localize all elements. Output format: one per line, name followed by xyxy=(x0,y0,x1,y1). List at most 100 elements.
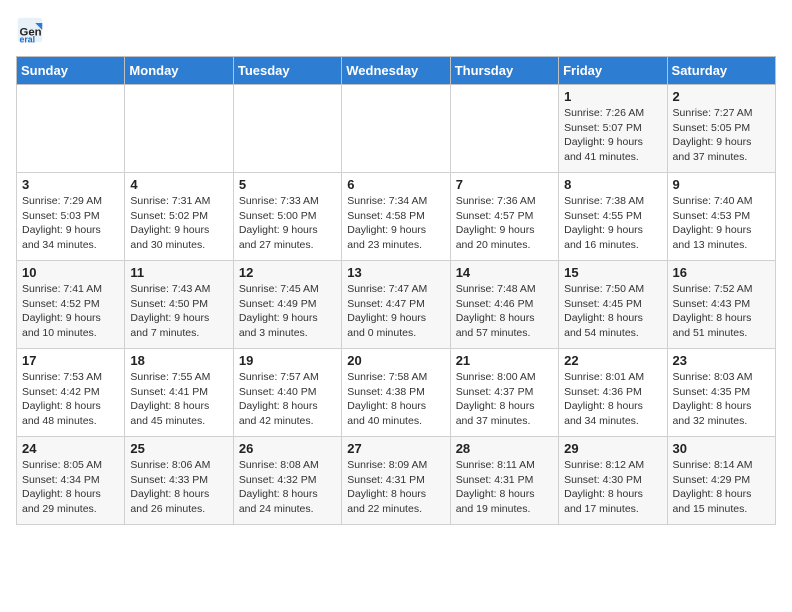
day-info: Sunrise: 7:34 AMSunset: 4:58 PMDaylight:… xyxy=(347,194,444,253)
day-info: Sunrise: 7:26 AMSunset: 5:07 PMDaylight:… xyxy=(564,106,661,165)
day-info: Sunrise: 7:38 AMSunset: 4:55 PMDaylight:… xyxy=(564,194,661,253)
day-cell: 5 Sunrise: 7:33 AMSunset: 5:00 PMDaylight… xyxy=(233,173,341,261)
week-row-2: 3 Sunrise: 7:29 AMSunset: 5:03 PMDaylight… xyxy=(17,173,776,261)
day-number: 30 xyxy=(673,441,770,456)
day-number: 19 xyxy=(239,353,336,368)
day-number: 1 xyxy=(564,89,661,104)
header-wednesday: Wednesday xyxy=(342,57,450,85)
day-cell: 22 Sunrise: 8:01 AMSunset: 4:36 PMDayligh… xyxy=(559,349,667,437)
day-number: 12 xyxy=(239,265,336,280)
day-number: 17 xyxy=(22,353,119,368)
day-info: Sunrise: 7:53 AMSunset: 4:42 PMDaylight:… xyxy=(22,370,119,429)
svg-text:eral: eral xyxy=(20,34,36,44)
day-cell: 8Sunrise: 7:38 AMSunset: 4:55 PMDaylight… xyxy=(559,173,667,261)
day-cell: 12 Sunrise: 7:45 AMSunset: 4:49 PMDayligh… xyxy=(233,261,341,349)
day-info: Sunrise: 8:05 AMSunset: 4:34 PMDaylight:… xyxy=(22,458,119,517)
week-row-1: 1 Sunrise: 7:26 AMSunset: 5:07 PMDaylight… xyxy=(17,85,776,173)
day-info: Sunrise: 7:57 AMSunset: 4:40 PMDaylight:… xyxy=(239,370,336,429)
page-header: Gen eral xyxy=(16,16,776,44)
day-cell: 11Sunrise: 7:43 AMSunset: 4:50 PMDayligh… xyxy=(125,261,233,349)
day-number: 20 xyxy=(347,353,444,368)
day-number: 27 xyxy=(347,441,444,456)
day-cell xyxy=(125,85,233,173)
day-info: Sunrise: 8:00 AMSunset: 4:37 PMDaylight:… xyxy=(456,370,553,429)
day-info: Sunrise: 8:06 AMSunset: 4:33 PMDaylight:… xyxy=(130,458,227,517)
logo-icon: Gen eral xyxy=(16,16,44,44)
day-info: Sunrise: 8:08 AMSunset: 4:32 PMDaylight:… xyxy=(239,458,336,517)
calendar-header-row: SundayMondayTuesdayWednesdayThursdayFrid… xyxy=(17,57,776,85)
day-info: Sunrise: 8:12 AMSunset: 4:30 PMDaylight:… xyxy=(564,458,661,517)
day-cell: 21 Sunrise: 8:00 AMSunset: 4:37 PMDayligh… xyxy=(450,349,558,437)
day-info: Sunrise: 7:33 AMSunset: 5:00 PMDaylight:… xyxy=(239,194,336,253)
day-number: 25 xyxy=(130,441,227,456)
day-cell: 20Sunrise: 7:58 AMSunset: 4:38 PMDayligh… xyxy=(342,349,450,437)
day-number: 15 xyxy=(564,265,661,280)
day-cell: 24 Sunrise: 8:05 AMSunset: 4:34 PMDayligh… xyxy=(17,437,125,525)
day-info: Sunrise: 7:31 AMSunset: 5:02 PMDaylight:… xyxy=(130,194,227,253)
day-cell: 19 Sunrise: 7:57 AMSunset: 4:40 PMDayligh… xyxy=(233,349,341,437)
day-info: Sunrise: 7:52 AMSunset: 4:43 PMDaylight:… xyxy=(673,282,770,341)
day-cell: 2 Sunrise: 7:27 AMSunset: 5:05 PMDaylight… xyxy=(667,85,775,173)
day-number: 10 xyxy=(22,265,119,280)
day-number: 3 xyxy=(22,177,119,192)
day-info: Sunrise: 8:03 AMSunset: 4:35 PMDaylight:… xyxy=(673,370,770,429)
day-info: Sunrise: 7:48 AMSunset: 4:46 PMDaylight:… xyxy=(456,282,553,341)
day-info: Sunrise: 8:14 AMSunset: 4:29 PMDaylight:… xyxy=(673,458,770,517)
day-cell: 9Sunrise: 7:40 AMSunset: 4:53 PMDaylight… xyxy=(667,173,775,261)
day-cell xyxy=(17,85,125,173)
day-info: Sunrise: 7:36 AMSunset: 4:57 PMDaylight:… xyxy=(456,194,553,253)
day-cell: 29 Sunrise: 8:12 AMSunset: 4:30 PMDayligh… xyxy=(559,437,667,525)
day-info: Sunrise: 7:29 AMSunset: 5:03 PMDaylight:… xyxy=(22,194,119,253)
day-info: Sunrise: 8:09 AMSunset: 4:31 PMDaylight:… xyxy=(347,458,444,517)
day-cell: 25 Sunrise: 8:06 AMSunset: 4:33 PMDayligh… xyxy=(125,437,233,525)
day-cell: 26 Sunrise: 8:08 AMSunset: 4:32 PMDayligh… xyxy=(233,437,341,525)
day-number: 22 xyxy=(564,353,661,368)
header-monday: Monday xyxy=(125,57,233,85)
day-number: 24 xyxy=(22,441,119,456)
day-cell: 18 Sunrise: 7:55 AMSunset: 4:41 PMDayligh… xyxy=(125,349,233,437)
header-thursday: Thursday xyxy=(450,57,558,85)
day-number: 6 xyxy=(347,177,444,192)
day-number: 9 xyxy=(673,177,770,192)
day-number: 23 xyxy=(673,353,770,368)
day-number: 4 xyxy=(130,177,227,192)
header-sunday: Sunday xyxy=(17,57,125,85)
day-number: 18 xyxy=(130,353,227,368)
day-info: Sunrise: 8:01 AMSunset: 4:36 PMDaylight:… xyxy=(564,370,661,429)
day-cell: 14 Sunrise: 7:48 AMSunset: 4:46 PMDayligh… xyxy=(450,261,558,349)
day-number: 16 xyxy=(673,265,770,280)
day-cell: 3 Sunrise: 7:29 AMSunset: 5:03 PMDaylight… xyxy=(17,173,125,261)
day-number: 29 xyxy=(564,441,661,456)
day-cell xyxy=(233,85,341,173)
week-row-4: 17 Sunrise: 7:53 AMSunset: 4:42 PMDayligh… xyxy=(17,349,776,437)
day-cell: 27 Sunrise: 8:09 AMSunset: 4:31 PMDayligh… xyxy=(342,437,450,525)
day-info: Sunrise: 8:11 AMSunset: 4:31 PMDaylight:… xyxy=(456,458,553,517)
day-cell: 4 Sunrise: 7:31 AMSunset: 5:02 PMDaylight… xyxy=(125,173,233,261)
day-cell: 17 Sunrise: 7:53 AMSunset: 4:42 PMDayligh… xyxy=(17,349,125,437)
day-number: 28 xyxy=(456,441,553,456)
day-cell: 30 Sunrise: 8:14 AMSunset: 4:29 PMDayligh… xyxy=(667,437,775,525)
day-info: Sunrise: 7:41 AMSunset: 4:52 PMDaylight:… xyxy=(22,282,119,341)
day-cell: 6 Sunrise: 7:34 AMSunset: 4:58 PMDaylight… xyxy=(342,173,450,261)
day-cell: 15 Sunrise: 7:50 AMSunset: 4:45 PMDayligh… xyxy=(559,261,667,349)
day-cell: 10 Sunrise: 7:41 AMSunset: 4:52 PMDayligh… xyxy=(17,261,125,349)
header-tuesday: Tuesday xyxy=(233,57,341,85)
day-cell: 23 Sunrise: 8:03 AMSunset: 4:35 PMDayligh… xyxy=(667,349,775,437)
day-info: Sunrise: 7:50 AMSunset: 4:45 PMDaylight:… xyxy=(564,282,661,341)
day-info: Sunrise: 7:55 AMSunset: 4:41 PMDaylight:… xyxy=(130,370,227,429)
week-row-5: 24 Sunrise: 8:05 AMSunset: 4:34 PMDayligh… xyxy=(17,437,776,525)
day-number: 26 xyxy=(239,441,336,456)
day-number: 2 xyxy=(673,89,770,104)
day-number: 21 xyxy=(456,353,553,368)
day-info: Sunrise: 7:27 AMSunset: 5:05 PMDaylight:… xyxy=(673,106,770,165)
day-number: 5 xyxy=(239,177,336,192)
day-cell: 13 Sunrise: 7:47 AMSunset: 4:47 PMDayligh… xyxy=(342,261,450,349)
day-info: Sunrise: 7:47 AMSunset: 4:47 PMDaylight:… xyxy=(347,282,444,341)
day-info: Sunrise: 7:43 AMSunset: 4:50 PMDaylight:… xyxy=(130,282,227,341)
day-number: 14 xyxy=(456,265,553,280)
day-info: Sunrise: 7:45 AMSunset: 4:49 PMDaylight:… xyxy=(239,282,336,341)
calendar-table: SundayMondayTuesdayWednesdayThursdayFrid… xyxy=(16,56,776,525)
header-saturday: Saturday xyxy=(667,57,775,85)
header-friday: Friday xyxy=(559,57,667,85)
day-number: 13 xyxy=(347,265,444,280)
